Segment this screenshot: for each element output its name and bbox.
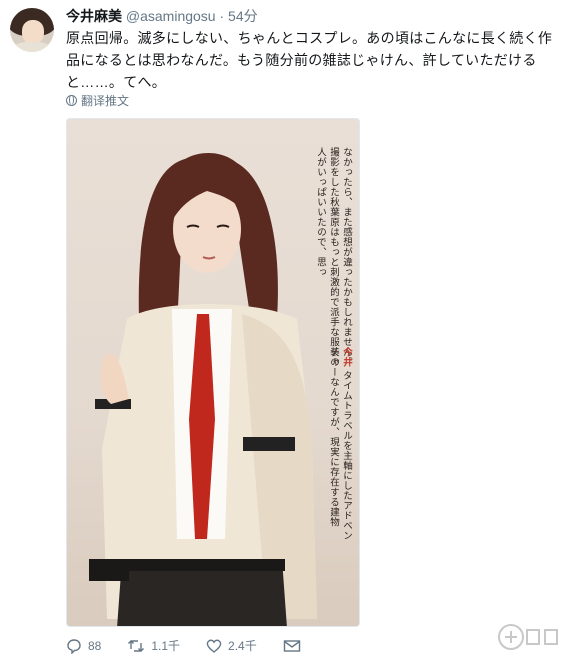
tweet-header: 今井麻美 @asamingosu · 54分 bbox=[66, 7, 258, 25]
globe-icon bbox=[66, 95, 77, 106]
like-count: 2.4千 bbox=[228, 639, 257, 653]
heart-icon bbox=[206, 639, 222, 653]
message-button[interactable] bbox=[283, 638, 301, 654]
avatar[interactable] bbox=[10, 8, 54, 52]
retweet-icon bbox=[128, 639, 145, 652]
tweet-actions: 88 1.1千 2.4千 bbox=[66, 637, 327, 654]
tweet-text: 原点回帰。滅多にしない、ちゃんとコスプレ。あの頃はこんなに長く続く作品になるとは… bbox=[66, 30, 553, 90]
tweet-photo[interactable]: なかったら、また感想が違ったかもしれません。撮影をした秋葉原はもっと刺激的で派手… bbox=[66, 118, 360, 627]
watermark-logo bbox=[497, 620, 569, 654]
retweet-count: 1.1千 bbox=[151, 639, 181, 653]
photo-caption-name: 今井 bbox=[341, 347, 352, 367]
timestamp[interactable]: 54分 bbox=[228, 8, 258, 24]
photo-caption-top: なかったら、また感想が違ったかもしれません。撮影をした秋葉原はもっと刺激的で派手… bbox=[315, 147, 352, 367]
separator: · bbox=[219, 8, 225, 24]
reply-button[interactable]: 88 bbox=[66, 638, 101, 654]
translate-tweet-link[interactable]: 翻译推文 bbox=[66, 92, 129, 109]
display-name[interactable]: 今井麻美 bbox=[66, 8, 122, 24]
tweet: 今井麻美 @asamingosu · 54分 原点回帰。滅多にしない、ちゃんとコ… bbox=[0, 0, 579, 664]
photo-caption-body: タイムトラベルを主軸にしたアドベンチャーなんですが、現実に存在する建物 bbox=[328, 347, 352, 541]
like-button[interactable]: 2.4千 bbox=[206, 637, 257, 654]
photo-caption-bottom: 今井 タイムトラベルを主軸にしたアドベンチャーなんですが、現実に存在する建物 bbox=[327, 347, 353, 547]
retweet-button[interactable]: 1.1千 bbox=[127, 637, 180, 654]
user-handle[interactable]: @asamingosu bbox=[126, 8, 216, 24]
reply-count: 88 bbox=[88, 638, 102, 653]
reply-icon bbox=[67, 638, 81, 654]
translate-label: 翻译推文 bbox=[81, 94, 130, 108]
envelope-icon bbox=[283, 639, 300, 652]
